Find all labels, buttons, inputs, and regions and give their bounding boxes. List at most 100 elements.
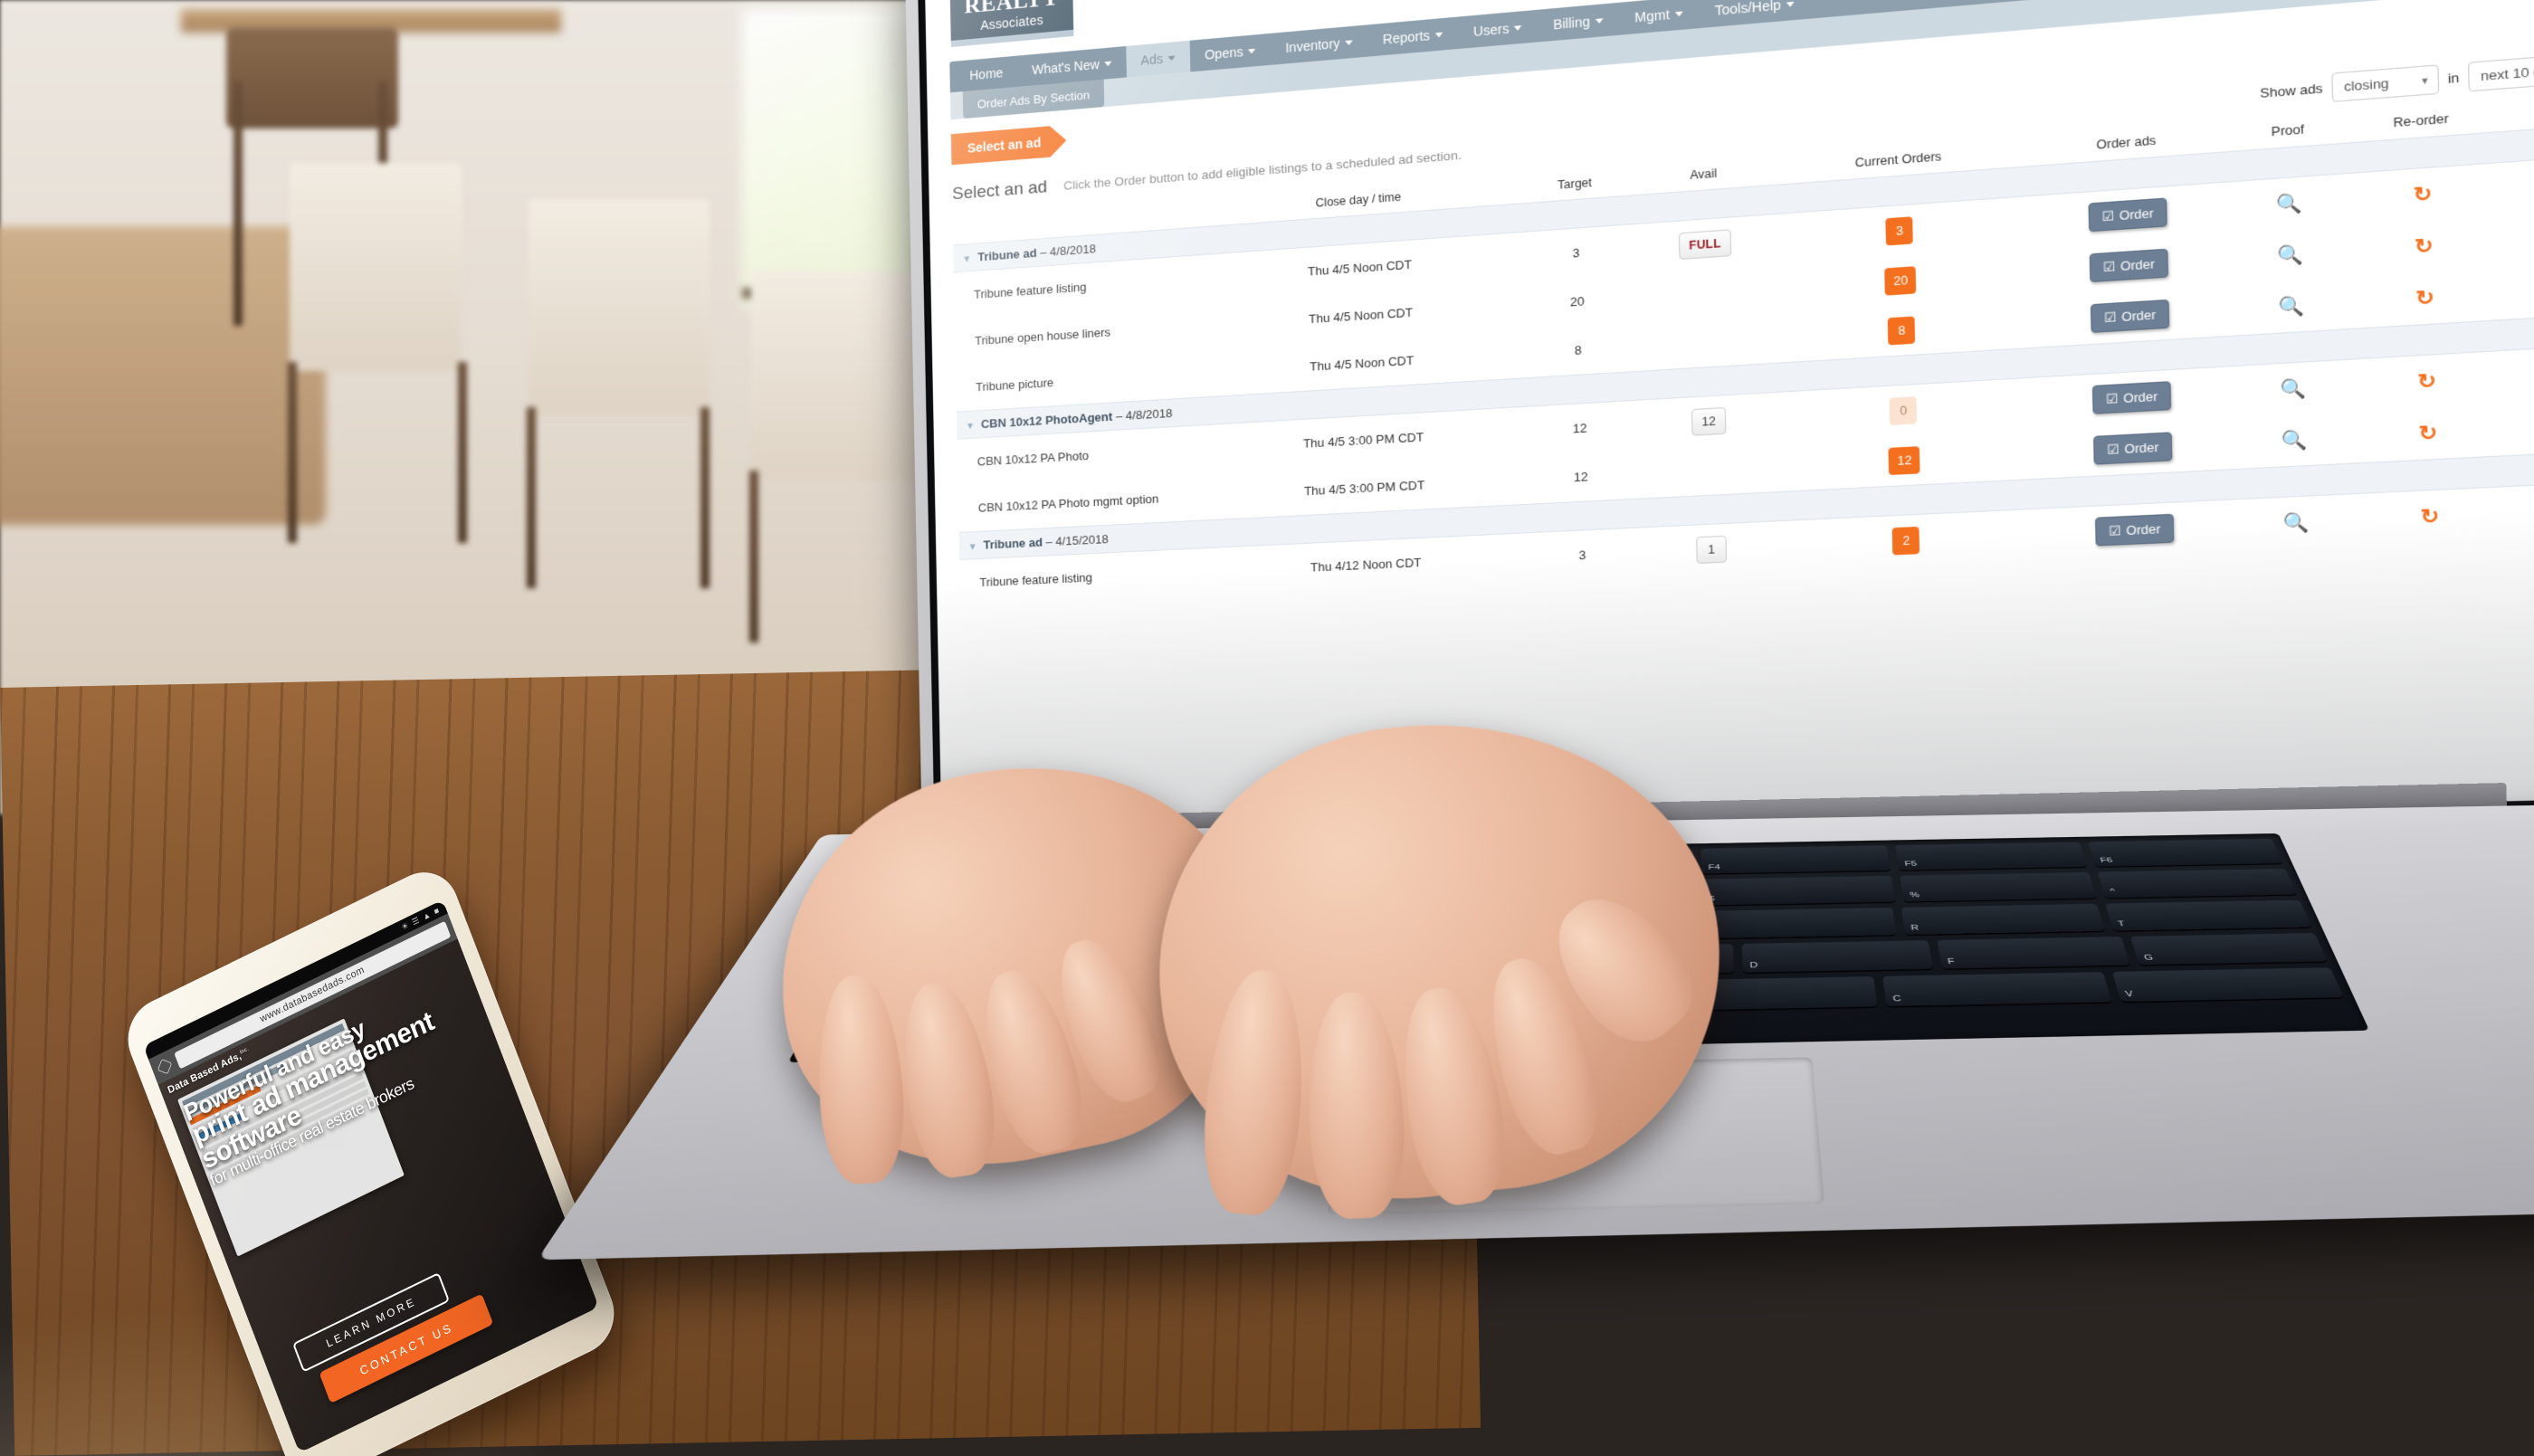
proof-cell[interactable]: 🔍 (2241, 359, 2347, 417)
magnifier-icon[interactable]: 🔍 (2277, 244, 2303, 267)
nav-item-label: Inventory (1285, 35, 1340, 56)
nav-item-ads[interactable]: Ads (1125, 40, 1191, 78)
screen-bezel: REALTY Associates 👤 Realty Associates ▾ (918, 0, 2534, 856)
order-button[interactable]: ☑ Order (2093, 432, 2172, 465)
target-count: 20 (1569, 293, 1585, 309)
key-v[interactable]: V (2111, 967, 2344, 1003)
order-ads-cell[interactable]: ☑ Order (2026, 499, 2244, 560)
key-r[interactable]: R (1900, 903, 2105, 935)
show-ads-select[interactable]: closing ▼ (2331, 64, 2440, 102)
current-orders-badge[interactable]: 2 (1892, 526, 1920, 555)
collapse-toggle-icon[interactable]: ▼ (962, 254, 971, 265)
alloc-cell[interactable] (2506, 261, 2534, 319)
alloc-cell[interactable] (2503, 155, 2534, 214)
chevron-down-icon (1595, 17, 1604, 24)
page-title: Select an ad (951, 176, 1048, 204)
order-button-label: Order (2124, 440, 2159, 456)
current-orders-badge[interactable]: 20 (1884, 265, 1917, 296)
refresh-icon[interactable]: ↻ (2418, 422, 2437, 445)
key-sym[interactable]: % (1900, 871, 2097, 902)
order-button-label: Order (2120, 307, 2157, 324)
reorder-cell[interactable]: ↻ (2347, 403, 2510, 463)
laptop-screen[interactable]: REALTY Associates 👤 Realty Associates ▾ (924, 0, 2534, 840)
key-sym[interactable]: ^ (2097, 868, 2298, 899)
alloc-cell[interactable] (2505, 208, 2534, 267)
avail-full-badge: FULL (1678, 228, 1732, 260)
order-button-label: Order (2126, 521, 2161, 538)
proof-cell[interactable]: 🔍 (2239, 277, 2345, 335)
ads-table-body: ▼ Tribune ad – 4/8/2018 Tribune feature li… (953, 124, 2534, 606)
order-button-label: Order (2122, 389, 2158, 405)
reorder-cell[interactable]: ↻ (2346, 350, 2509, 412)
refresh-icon[interactable]: ↻ (2413, 183, 2432, 206)
alloc-cell[interactable] (2509, 397, 2534, 455)
target-count: 12 (1572, 420, 1587, 436)
magnifier-icon[interactable]: 🔍 (2281, 378, 2307, 401)
order-button[interactable]: ☑ Order (2091, 299, 2169, 333)
nav-item-label: Reports (1382, 27, 1431, 47)
nav-item-label: Tools/Help (1714, 0, 1782, 19)
key-e[interactable]: E (1695, 907, 1897, 939)
current-orders-cell[interactable]: 2 (1787, 509, 2027, 571)
key-d[interactable]: D (1741, 940, 1933, 973)
refresh-icon[interactable]: ↻ (2417, 370, 2436, 394)
target-count: 8 (1574, 342, 1582, 358)
cafe-chair (272, 163, 480, 543)
nav-item-label: What's New (1032, 56, 1100, 78)
collapse-toggle-icon[interactable]: ▼ (968, 542, 977, 553)
magnifier-icon[interactable]: 🔍 (2282, 429, 2308, 452)
key-c[interactable]: C (1882, 972, 2111, 1007)
avail-count: 1 (1696, 535, 1728, 564)
chevron-down-icon: ▼ (2419, 74, 2430, 86)
order-button-label: Order (2119, 205, 2154, 223)
web-application[interactable]: REALTY Associates 👤 Realty Associates ▾ (924, 0, 2534, 840)
collapse-toggle-icon[interactable]: ▼ (966, 422, 975, 433)
chevron-down-icon (1786, 1, 1795, 7)
proof-cell[interactable]: 🔍 (2243, 494, 2349, 551)
magnifier-icon[interactable]: 🔍 (2276, 193, 2302, 215)
proof-cell[interactable]: 🔍 (2236, 174, 2342, 233)
nav-item-home[interactable]: Home (949, 56, 1017, 93)
current-orders-badge[interactable]: 3 (1885, 215, 1914, 245)
checkbox-icon: ☑ (2103, 310, 2117, 326)
proof-cell[interactable]: 🔍 (2242, 412, 2348, 469)
ad-group-date: – 4/8/2018 (1112, 405, 1173, 423)
reorder-cell[interactable]: ↻ (2348, 486, 2512, 546)
nav-item-label: Users (1472, 21, 1510, 40)
proof-cell[interactable]: 🔍 (2238, 225, 2344, 283)
alloc-cell[interactable] (2508, 345, 2534, 404)
date-range-select[interactable]: next 10 days ▼ (2467, 52, 2534, 92)
refresh-icon[interactable]: ↻ (2420, 506, 2439, 529)
current-orders-badge[interactable]: 12 (1888, 445, 1920, 475)
key-t[interactable]: T (2104, 899, 2312, 931)
alloc-cell[interactable] (2510, 481, 2534, 539)
magnifier-icon[interactable]: 🔍 (2283, 512, 2310, 535)
nav-item-users[interactable]: Users (1458, 10, 1538, 49)
magnifier-icon[interactable]: 🔍 (2279, 295, 2305, 318)
refresh-icon[interactable]: ↻ (2415, 287, 2434, 310)
checkbox-icon: ☑ (2102, 260, 2116, 275)
nav-item-label: Billing (1553, 14, 1591, 33)
current-orders-badge[interactable]: 8 (1888, 315, 1916, 345)
key-g[interactable]: G (2130, 933, 2328, 966)
order-button[interactable]: ☑ Order (2092, 381, 2171, 414)
order-button[interactable]: ☑ Order (2095, 513, 2174, 547)
avail-cell (1634, 442, 1786, 499)
ad-group-date: – 4/15/2018 (1042, 531, 1109, 549)
refresh-icon[interactable]: ↻ (2415, 235, 2434, 259)
ad-group-date: – 4/8/2018 (1036, 241, 1097, 260)
key-f4[interactable]: F4 (1700, 845, 1891, 874)
order-button[interactable]: ☑ Order (2089, 197, 2167, 233)
chevron-down-icon (1434, 32, 1443, 38)
key-f[interactable]: F (1936, 937, 2131, 969)
reorder-cell[interactable]: ↻ (2344, 267, 2507, 329)
key-f5[interactable]: F5 (1895, 842, 2088, 871)
ad-group-name: Tribune ad (977, 245, 1037, 264)
current-orders-badge[interactable]: 0 (1890, 395, 1918, 425)
order-button[interactable]: ☑ Order (2090, 248, 2168, 283)
key-f6[interactable]: F6 (2088, 838, 2283, 867)
photo-scene: ☀ ☰ ▲ ■ www.databasedads.com Data Based … (0, 0, 2534, 1456)
app-logo[interactable]: REALTY Associates (949, 0, 1074, 48)
home-icon[interactable] (157, 1059, 173, 1075)
key-sym[interactable]: $ (1701, 875, 1896, 906)
